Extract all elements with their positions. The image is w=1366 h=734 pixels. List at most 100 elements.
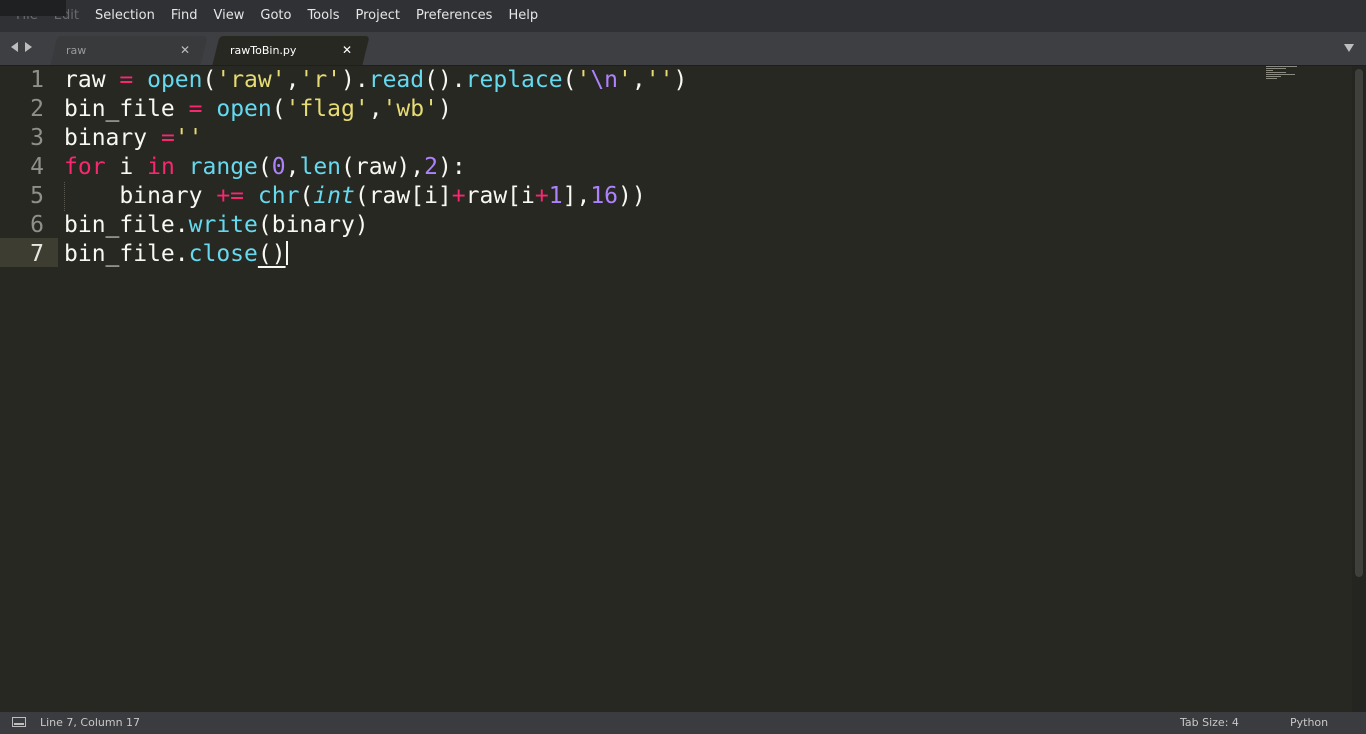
code-token: 'wb' xyxy=(382,96,438,122)
menu-help[interactable]: Help xyxy=(500,0,546,32)
minimap-line xyxy=(1266,76,1281,77)
code-token: , xyxy=(285,67,300,93)
minimap-line xyxy=(1266,68,1286,69)
sublime-text-window: File Edit Selection Find View Goto Tools… xyxy=(0,0,1366,734)
arrow-left-icon[interactable] xyxy=(11,42,18,52)
code-token: chr xyxy=(257,183,300,209)
code-token: bin_file. xyxy=(64,241,189,267)
line-number: 6 xyxy=(30,212,44,238)
code-token: open xyxy=(216,96,272,122)
status-tab-size[interactable]: Tab Size: 4 xyxy=(1180,712,1239,734)
code-token: ( xyxy=(299,183,314,209)
minimap-line xyxy=(1266,66,1297,67)
code-token: , xyxy=(368,96,383,122)
menu-preferences[interactable]: Preferences xyxy=(408,0,500,32)
tab-rawtobin-py[interactable]: rawToBin.py ✕ xyxy=(212,36,370,65)
code-token: ( xyxy=(202,67,217,93)
code-line[interactable]: binary ='' xyxy=(64,124,687,153)
minimap-line xyxy=(1266,74,1295,75)
code-token: , xyxy=(631,67,646,93)
chevron-down-icon[interactable] xyxy=(1344,44,1354,52)
editor-area[interactable]: 1 2 3 4 5 6 7 raw = open('raw','r').read… xyxy=(0,66,1366,712)
code-token: + xyxy=(451,183,466,209)
code-token: + xyxy=(534,183,549,209)
line-number: 1 xyxy=(30,67,44,93)
code-content[interactable]: raw = open('raw','r').read().replace('\n… xyxy=(64,66,687,269)
code-token: for xyxy=(64,154,106,180)
code-token: open xyxy=(147,67,203,93)
code-token: ) xyxy=(437,96,452,122)
line-number: 2 xyxy=(30,96,44,122)
minimap-line xyxy=(1266,78,1277,79)
menu-find[interactable]: Find xyxy=(163,0,206,32)
code-token: 'raw' xyxy=(216,67,286,93)
menu-items: File Edit Selection Find View Goto Tools… xyxy=(8,0,546,32)
menu-goto[interactable]: Goto xyxy=(252,0,299,32)
menu-view[interactable]: View xyxy=(206,0,253,32)
code-token: i xyxy=(105,154,148,180)
code-token: bin_file xyxy=(64,96,189,122)
code-token: = xyxy=(160,125,175,151)
code-line[interactable]: binary += chr(int(raw[i]+raw[i+1],16)) xyxy=(64,182,687,211)
tab-raw[interactable]: raw ✕ xyxy=(50,36,208,65)
menu-overlay-patch xyxy=(0,0,66,16)
panel-toggle-icon[interactable] xyxy=(12,717,26,727)
code-token: '' xyxy=(174,125,203,151)
status-cursor-position[interactable]: Line 7, Column 17 xyxy=(40,712,140,734)
close-icon[interactable]: ✕ xyxy=(342,36,352,65)
code-token: ): xyxy=(437,154,466,180)
menu-selection[interactable]: Selection xyxy=(87,0,163,32)
code-token: binary xyxy=(64,183,217,209)
menu-project[interactable]: Project xyxy=(347,0,407,32)
close-icon[interactable]: ✕ xyxy=(180,36,190,65)
line-number-gutter: 1 2 3 4 5 6 7 xyxy=(0,66,58,712)
code-token: 16 xyxy=(590,183,619,209)
code-line[interactable]: bin_file.close() xyxy=(64,240,687,269)
code-token: replace xyxy=(465,67,563,93)
code-token: '' xyxy=(645,67,674,93)
code-line[interactable]: for i in range(0,len(raw),2): xyxy=(64,153,687,182)
tab-label: rawToBin.py xyxy=(230,44,297,57)
code-token: binary xyxy=(64,125,161,151)
code-token: bin_file. xyxy=(64,212,189,238)
code-token: in xyxy=(147,154,175,180)
line-number-current: 7 xyxy=(30,241,44,267)
code-token: raw[i xyxy=(465,183,535,209)
menu-tools[interactable]: Tools xyxy=(299,0,347,32)
arrow-right-icon[interactable] xyxy=(25,42,32,52)
tab-label: raw xyxy=(66,44,87,57)
code-token: (raw[i] xyxy=(354,183,452,209)
minimap-line xyxy=(1266,72,1286,73)
code-token: int xyxy=(313,183,355,209)
code-token: ) xyxy=(673,67,688,93)
code-token: raw xyxy=(64,67,120,93)
code-token: (). xyxy=(424,67,466,93)
menu-bar: File Edit Selection Find View Goto Tools… xyxy=(0,0,1366,32)
status-bar: Line 7, Column 17 Tab Size: 4 Python xyxy=(0,712,1366,734)
tab-bar: raw ✕ rawToBin.py ✕ xyxy=(0,32,1366,66)
code-token: += xyxy=(216,183,245,209)
status-syntax[interactable]: Python xyxy=(1290,712,1328,734)
code-line[interactable]: bin_file.write(binary) xyxy=(64,211,687,240)
code-token: range xyxy=(188,154,258,180)
code-token: 0 xyxy=(271,154,286,180)
code-line[interactable]: bin_file = open('flag','wb') xyxy=(64,95,687,124)
minimap[interactable] xyxy=(1266,66,1312,80)
code-token: ' xyxy=(618,67,632,93)
scrollbar-thumb[interactable] xyxy=(1355,69,1363,577)
vertical-scrollbar[interactable] xyxy=(1352,66,1366,712)
code-token: ( xyxy=(271,96,286,122)
line-number: 5 xyxy=(30,183,44,209)
code-token: (binary) xyxy=(257,212,369,238)
code-token: ( xyxy=(562,67,577,93)
code-token: write xyxy=(188,212,258,238)
code-line[interactable]: raw = open('raw','r').read().replace('\n… xyxy=(64,66,687,95)
text-caret xyxy=(286,241,288,265)
code-token: ( xyxy=(257,154,272,180)
code-token: () xyxy=(257,241,286,267)
code-token: len xyxy=(299,154,342,180)
